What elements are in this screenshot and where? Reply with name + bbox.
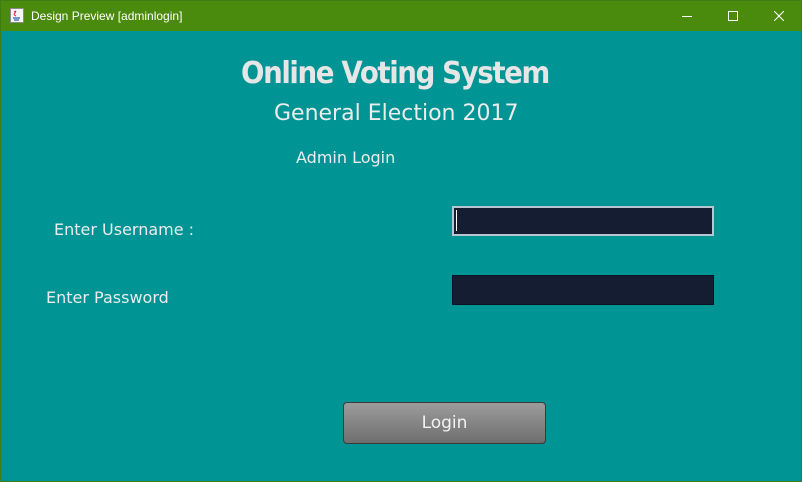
maximize-button[interactable] xyxy=(710,1,756,31)
username-input[interactable] xyxy=(452,206,714,236)
minimize-button[interactable] xyxy=(664,1,710,31)
election-subtitle: General Election 2017 xyxy=(274,101,519,126)
minimize-icon xyxy=(682,16,692,17)
close-button[interactable] xyxy=(756,1,802,31)
close-icon xyxy=(774,11,784,21)
password-input[interactable] xyxy=(452,275,714,305)
login-button[interactable]: Login xyxy=(343,402,546,444)
java-app-icon xyxy=(10,8,24,23)
app-heading: Online Voting System xyxy=(241,56,550,91)
admin-login-title: Admin Login xyxy=(296,148,396,167)
window-title: Design Preview [adminlogin] xyxy=(31,9,183,23)
password-label: Enter Password xyxy=(46,288,169,307)
title-bar[interactable]: Design Preview [adminlogin] xyxy=(1,1,801,31)
text-caret xyxy=(456,210,457,231)
maximize-icon xyxy=(728,11,738,21)
app-window: Design Preview [adminlogin] Online Votin… xyxy=(0,0,802,482)
username-label: Enter Username : xyxy=(54,220,195,239)
